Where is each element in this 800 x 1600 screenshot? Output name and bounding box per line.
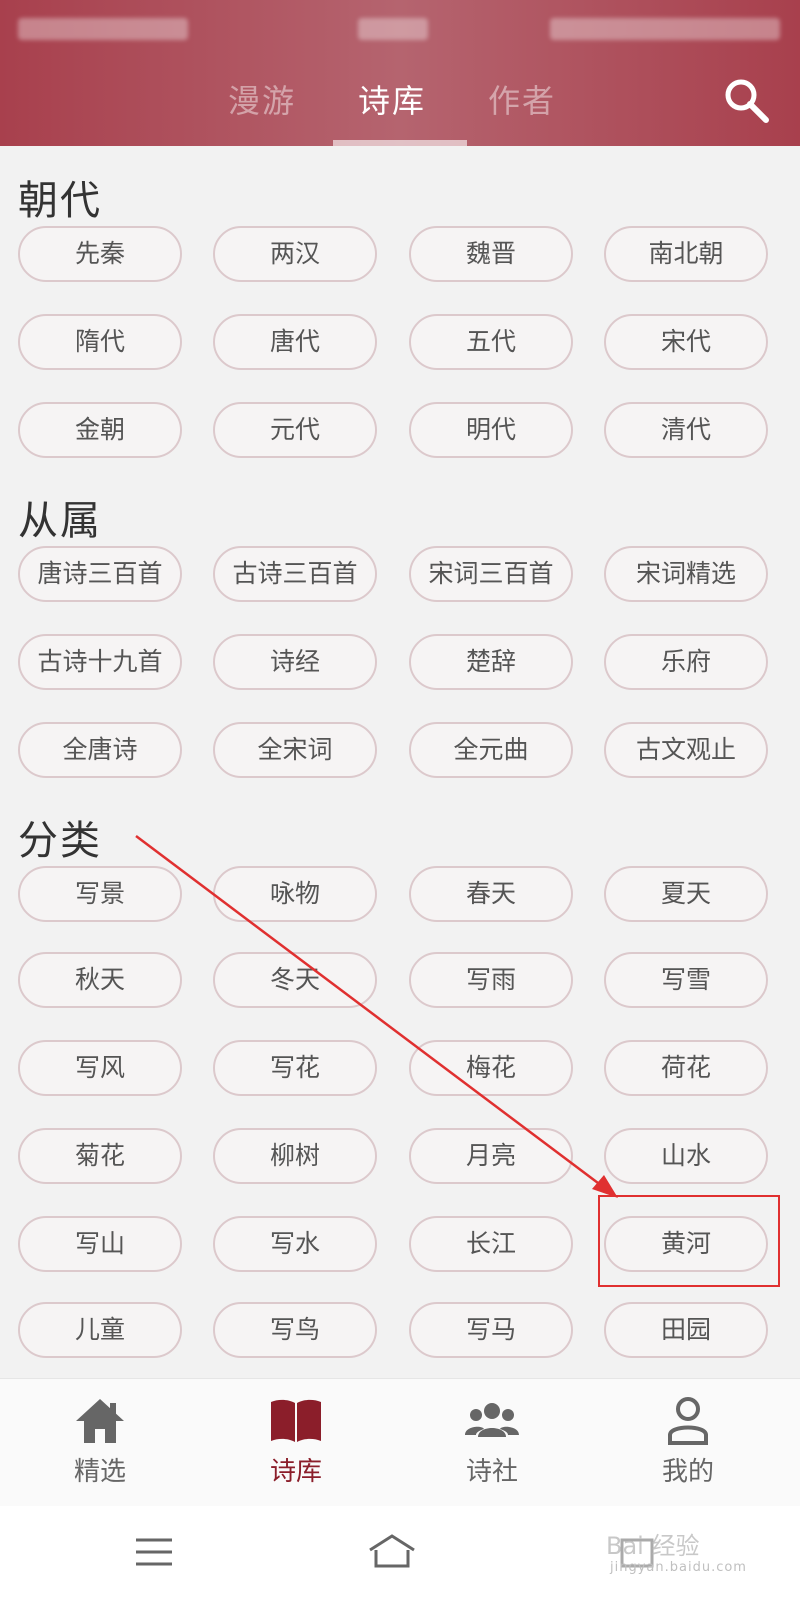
chip-collection[interactable]: 诗经 (213, 634, 377, 690)
watermark-url: jingyan.baidu.com (610, 1560, 747, 1575)
book-icon (271, 1399, 321, 1442)
chip-category[interactable]: 写风 (18, 1040, 182, 1096)
nav-poem-library-label: 诗库 (269, 1457, 322, 1487)
status-time-blurred (358, 18, 428, 40)
user-icon (668, 1397, 708, 1445)
chip-dynasty[interactable]: 明代 (409, 402, 573, 458)
chip-category[interactable]: 写山 (18, 1216, 182, 1272)
chip-collection[interactable]: 全元曲 (409, 722, 573, 778)
nav-poetry-club-label: 诗社 (465, 1457, 518, 1487)
chip-dynasty[interactable]: 宋代 (604, 314, 768, 370)
nav-mine-label: 我的 (661, 1457, 714, 1487)
bottom-nav: 精选 诗库 诗社 我的 (0, 1378, 800, 1506)
poem-library-content[interactable]: 朝代 先秦 两汉 魏晋 南北朝 隋代 唐代 五代 宋代 金朝 元代 明代 清代 … (0, 146, 800, 1364)
chip-dynasty[interactable]: 五代 (409, 314, 573, 370)
home-icon (76, 1399, 124, 1443)
tab-poem-library[interactable]: 诗库 (327, 76, 457, 122)
chip-category[interactable]: 冬天 (213, 952, 377, 1008)
chip-collection[interactable]: 全宋词 (213, 722, 377, 778)
chip-dynasty[interactable]: 魏晋 (409, 226, 573, 282)
top-tabs: 漫游 诗库 作者 (0, 68, 800, 146)
chip-collection[interactable]: 宋词精选 (604, 546, 768, 602)
chip-category[interactable]: 菊花 (18, 1128, 182, 1184)
chip-collection[interactable]: 古诗十九首 (18, 634, 182, 690)
chip-dynasty[interactable]: 南北朝 (604, 226, 768, 282)
nav-featured-label: 精选 (73, 1457, 126, 1487)
nav-featured[interactable]: 精选 (0, 1379, 200, 1507)
menu-icon[interactable] (126, 1530, 186, 1574)
chip-category[interactable]: 柳树 (213, 1128, 377, 1184)
chip-category[interactable]: 荷花 (604, 1040, 768, 1096)
chip-collection[interactable]: 宋词三百首 (409, 546, 573, 602)
chip-category[interactable]: 写水 (213, 1216, 377, 1272)
chip-collection[interactable]: 古诗三百首 (213, 546, 377, 602)
chip-dynasty[interactable]: 元代 (213, 402, 377, 458)
app-header: 漫游 诗库 作者 (0, 0, 800, 146)
tab-roam[interactable]: 漫游 (197, 76, 327, 122)
chip-dynasty[interactable]: 金朝 (18, 402, 182, 458)
section-title-dynasty: 朝代 (18, 178, 102, 224)
chip-dynasty[interactable]: 隋代 (18, 314, 182, 370)
chip-dynasty[interactable]: 两汉 (213, 226, 377, 282)
chip-dynasty[interactable]: 唐代 (213, 314, 377, 370)
chip-category[interactable]: 夏天 (604, 866, 768, 922)
chip-category[interactable]: 儿童 (18, 1302, 182, 1358)
chip-category[interactable]: 山水 (604, 1128, 768, 1184)
chip-collection[interactable]: 古文观止 (604, 722, 768, 778)
chip-collection[interactable]: 唐诗三百首 (18, 546, 182, 602)
chip-category[interactable]: 写景 (18, 866, 182, 922)
status-bar (0, 0, 800, 56)
chip-dynasty[interactable]: 清代 (604, 402, 768, 458)
chip-category[interactable]: 写雨 (409, 952, 573, 1008)
chip-collection[interactable]: 乐府 (604, 634, 768, 690)
chip-category[interactable]: 月亮 (409, 1128, 573, 1184)
chip-category[interactable]: 梅花 (409, 1040, 573, 1096)
status-right-blurred (550, 18, 780, 40)
nav-poem-library[interactable]: 诗库 (196, 1379, 396, 1507)
section-title-collection: 从属 (18, 498, 102, 544)
chip-category[interactable]: 写花 (213, 1040, 377, 1096)
group-icon (465, 1403, 519, 1437)
chip-category[interactable]: 写马 (409, 1302, 573, 1358)
nav-poetry-club[interactable]: 诗社 (392, 1379, 592, 1507)
chip-category[interactable]: 春天 (409, 866, 573, 922)
chip-category[interactable]: 写鸟 (213, 1302, 377, 1358)
chip-collection[interactable]: 楚辞 (409, 634, 573, 690)
tab-authors[interactable]: 作者 (457, 76, 587, 122)
watermark: Bai 经验 (606, 1532, 700, 1560)
chip-category[interactable]: 咏物 (213, 866, 377, 922)
chip-category[interactable]: 长江 (409, 1216, 573, 1272)
chip-dynasty[interactable]: 先秦 (18, 226, 182, 282)
section-title-category: 分类 (18, 818, 102, 864)
chip-category[interactable]: 写雪 (604, 952, 768, 1008)
status-left-blurred (18, 18, 188, 40)
home-system-icon[interactable] (362, 1530, 422, 1574)
chip-category[interactable]: 秋天 (18, 952, 182, 1008)
nav-mine[interactable]: 我的 (588, 1379, 788, 1507)
search-icon[interactable] (722, 76, 770, 124)
chip-collection[interactable]: 全唐诗 (18, 722, 182, 778)
chip-category-yellow-river[interactable]: 黄河 (604, 1216, 768, 1272)
chip-category[interactable]: 田园 (604, 1302, 768, 1358)
